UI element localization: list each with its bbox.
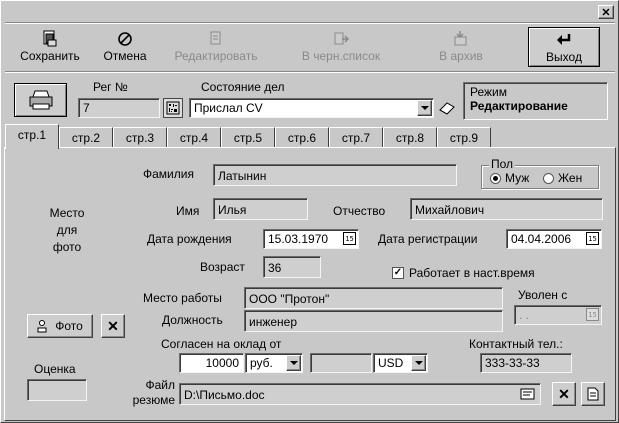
mode-label: Режим <box>470 85 507 99</box>
currency1-select[interactable]: руб. <box>245 353 303 373</box>
reg-number-label: Рег № <box>93 80 128 94</box>
tab-page-7[interactable]: стр.7 <box>329 127 383 147</box>
birth-date-label: Дата рождения <box>147 232 232 246</box>
checkbox-checked-icon: ✓ <box>392 267 404 279</box>
tab-page-6[interactable]: стр.6 <box>275 127 329 147</box>
patronymic-field[interactable]: Михайлович <box>410 198 603 220</box>
exit-button[interactable]: Выход <box>528 27 600 67</box>
name-label: Имя <box>176 204 200 218</box>
patronymic-label: Отчество <box>333 204 386 218</box>
window-close-button[interactable]: ✕ <box>598 5 614 19</box>
working-now-checkbox[interactable]: ✓ Работает в наст.время <box>392 266 535 280</box>
archive-icon <box>454 31 467 46</box>
fired-date-label: Уволен с <box>518 288 568 302</box>
surname-field[interactable]: Латынин <box>213 164 457 186</box>
tab-page-9[interactable]: стр.9 <box>437 127 491 147</box>
cancel-icon <box>118 32 132 46</box>
salary2-field[interactable] <box>310 353 372 373</box>
female-radio[interactable]: Жен <box>543 171 582 185</box>
surname-label: Фамилия <box>143 167 194 181</box>
calendar-icon[interactable]: 15 <box>586 232 599 245</box>
document-icon <box>587 387 599 401</box>
working-now-label: Работает в наст.время <box>409 266 535 280</box>
exit-icon <box>557 34 571 45</box>
chevron-down-icon[interactable] <box>411 355 426 371</box>
position-field[interactable]: инженер <box>244 310 503 332</box>
tab-page-1[interactable]: стр.1 <box>5 124 59 149</box>
chevron-down-icon[interactable] <box>286 355 301 371</box>
person-icon <box>37 320 47 333</box>
open-resume-button[interactable] <box>519 387 537 402</box>
resume-file-label: Файл резюме <box>132 378 175 407</box>
female-label: Жен <box>558 171 583 185</box>
calendar-icon: 15 <box>586 308 599 321</box>
phone-label: Контактный тел.: <box>469 337 563 351</box>
edit-button[interactable]: Редактировать <box>161 29 271 63</box>
male-radio[interactable]: Муж <box>490 171 529 185</box>
name-field[interactable]: Илья <box>213 198 308 220</box>
printer-icon <box>29 90 52 110</box>
age-field: 36 <box>263 256 321 278</box>
mode-panel: Режим Редактирование <box>463 82 608 120</box>
archive-button[interactable]: В архив <box>421 29 501 63</box>
view-resume-button[interactable] <box>581 382 605 406</box>
tab-page-5[interactable]: стр.5 <box>221 127 275 147</box>
delete-photo-button[interactable]: ✕ <box>101 314 125 338</box>
photo-placeholder: Место для фото <box>49 206 85 254</box>
case-state-select[interactable]: Прислал CV <box>189 98 434 118</box>
rating-label: Оценка <box>34 362 76 376</box>
salary-label: Согласен на оклад от <box>161 337 282 351</box>
reg-number-field[interactable]: 7 <box>78 98 160 118</box>
blacklist-icon <box>334 32 349 45</box>
toolbar-divider <box>5 71 615 73</box>
edit-icon <box>210 31 221 45</box>
close-icon: ✕ <box>558 385 570 402</box>
resume-file-field[interactable]: D:\Письмо.doc <box>179 383 541 405</box>
tab-page-2[interactable]: стр.2 <box>59 127 113 147</box>
phone-field[interactable]: 333-33-33 <box>480 353 572 373</box>
salary-field[interactable]: 10000 <box>179 353 244 373</box>
radio-checked-icon <box>490 172 501 184</box>
title-divider <box>5 22 615 24</box>
eraser-button[interactable] <box>437 98 457 118</box>
workplace-label: Место работы <box>143 291 222 305</box>
age-label: Возраст <box>200 260 245 274</box>
eraser-icon <box>439 102 455 115</box>
case-state-value: Прислал CV <box>194 101 263 115</box>
calendar-icon[interactable]: 15 <box>343 232 356 245</box>
photo-button-label: Фото <box>55 319 83 333</box>
blacklist-button[interactable]: В черн.список <box>287 29 395 63</box>
save-icon <box>43 30 57 47</box>
close-icon: ✕ <box>107 317 119 334</box>
delete-resume-button[interactable]: ✕ <box>552 382 576 406</box>
barcode-icon <box>166 101 180 115</box>
print-button[interactable] <box>14 83 67 117</box>
rating-field[interactable] <box>27 379 87 401</box>
chevron-down-icon[interactable] <box>417 100 432 116</box>
radio-unchecked-icon <box>543 172 554 184</box>
mode-value: Редактирование <box>470 99 568 113</box>
tab-page-4[interactable]: стр.4 <box>167 127 221 147</box>
reg-date-label: Дата регистрации <box>378 232 478 246</box>
currency2-select[interactable]: USD <box>373 353 428 373</box>
male-label: Муж <box>505 171 530 185</box>
main-window: ✕ Сохранить Отмена Редактировать В черн.… <box>0 0 619 423</box>
tab-page-3[interactable]: стр.3 <box>113 127 167 147</box>
open-document-icon <box>520 388 535 400</box>
barcode-button[interactable] <box>163 98 183 118</box>
photo-button[interactable]: Фото <box>27 314 93 338</box>
tab-page-8[interactable]: стр.8 <box>383 127 437 147</box>
position-label: Должность <box>162 313 223 327</box>
cancel-button[interactable]: Отмена <box>95 29 155 63</box>
workplace-field[interactable]: ООО "Протон" <box>244 287 503 309</box>
save-button[interactable]: Сохранить <box>11 29 89 63</box>
case-state-label: Состояние дел <box>201 80 285 94</box>
sex-label: Пол <box>489 157 516 171</box>
